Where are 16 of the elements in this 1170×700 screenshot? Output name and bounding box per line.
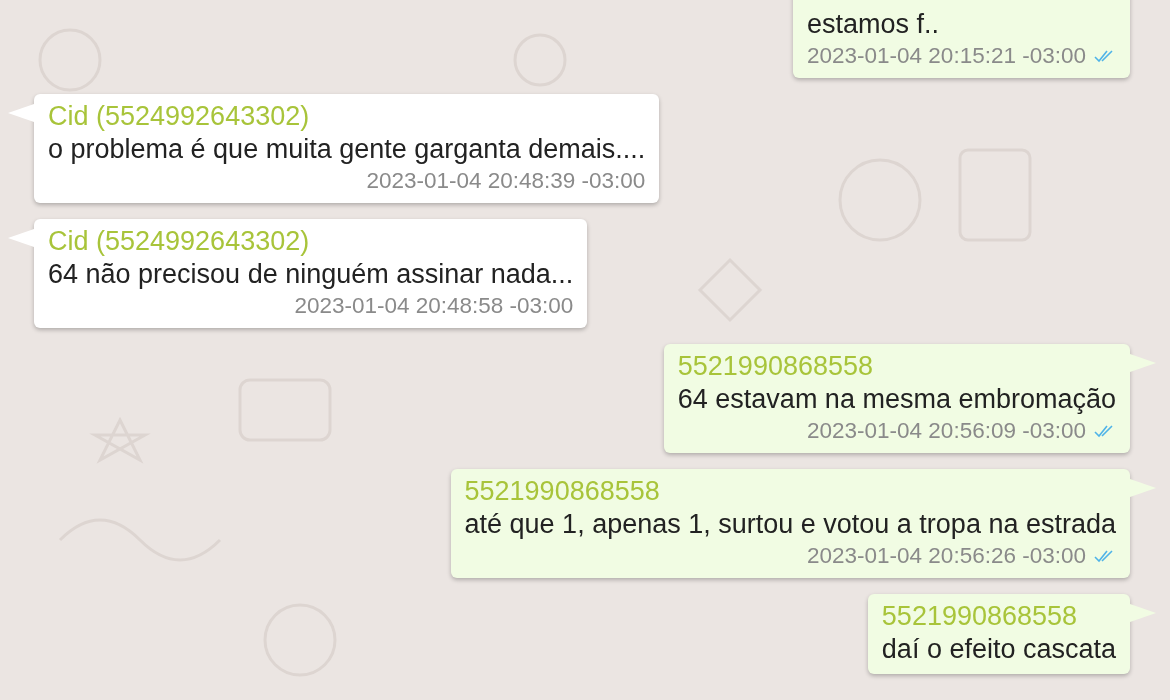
sender-name: 5521990868558: [677, 350, 874, 383]
message-text: daí o efeito cascata: [881, 633, 1116, 666]
timestamp: 2023-01-04 20:15:21 -03:00: [807, 42, 1086, 70]
message-text: 64 não precisou de ninguém assinar nada...: [48, 258, 574, 291]
sender-name: Cid (5524992643302): [48, 225, 311, 258]
timestamp: 2023-01-04 20:56:09 -03:00: [807, 417, 1086, 445]
timestamp: 2023-01-04 20:48:39 -03:00: [366, 167, 646, 195]
message-text: o problema é que muita gente garganta demais....: [48, 133, 646, 166]
timestamp: 2023-01-04 20:56:26 -03:00: [807, 542, 1086, 570]
timestamp: 2023-01-04 20:48:58 -03:00: [294, 292, 574, 320]
sender-name: Cid (5524992643302): [48, 100, 311, 133]
message-text: estamos f..: [807, 8, 941, 41]
sender-name: 5521990868558: [464, 475, 661, 508]
sender-name: 5521990868558: [881, 600, 1079, 633]
message-text: 64 estavam na mesma embromação: [677, 383, 1116, 416]
message-text: até que 1, apenas 1, surtou e votou a tropa na estrada: [464, 508, 1116, 541]
